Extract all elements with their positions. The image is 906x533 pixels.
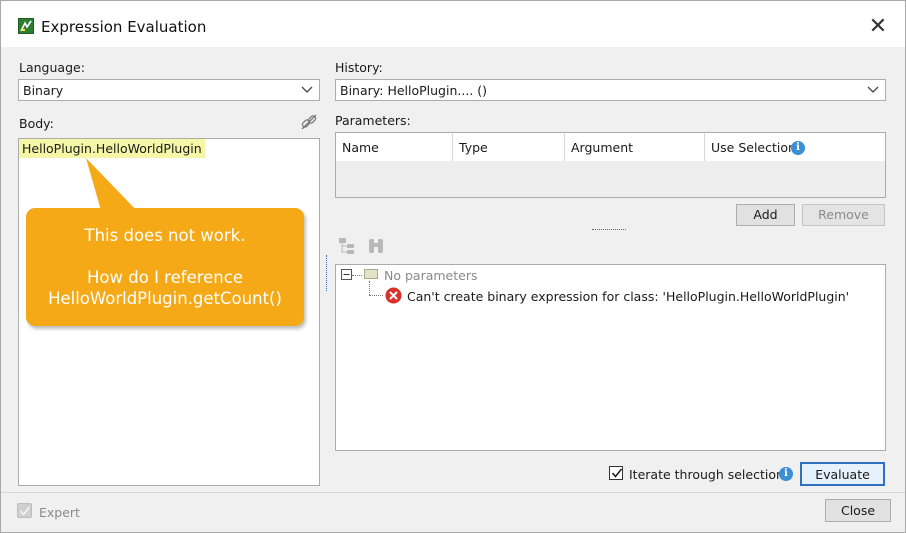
column-header-name[interactable]: Name [336, 133, 453, 161]
tree-connector [369, 281, 370, 295]
iterate-checkbox[interactable] [609, 466, 623, 480]
parameters-label: Parameters: [335, 113, 411, 128]
chevron-down-icon [867, 86, 879, 93]
binoculars-icon[interactable] [367, 237, 385, 255]
tree-root-label[interactable]: No parameters [384, 268, 477, 283]
callout-pointer [86, 158, 140, 214]
parameters-table[interactable]: Name Type Argument Use Selection [335, 132, 886, 198]
history-label: History: [335, 60, 383, 75]
tree-connector [352, 275, 362, 276]
history-value: Binary: HelloPlugin.... () [340, 83, 488, 98]
expert-label: Expert [39, 505, 80, 520]
folder-icon [364, 269, 378, 279]
vertical-splitter[interactable] [326, 255, 327, 291]
column-header-argument[interactable]: Argument [565, 133, 705, 161]
language-label: Language: [19, 60, 85, 75]
column-header-type[interactable]: Type [453, 133, 565, 161]
window-title: Expression Evaluation [41, 18, 207, 36]
expert-checkbox[interactable] [17, 503, 32, 518]
close-window-button[interactable]: ✕ [863, 14, 893, 40]
callout-line-1: This does not work. [84, 226, 246, 245]
use-selection-label: Use Selection [711, 140, 796, 155]
language-value: Binary [23, 83, 64, 98]
body-text: HelloPlugin.HelloWorldPlugin [19, 139, 205, 158]
iterate-label[interactable]: Iterate through selection [629, 467, 784, 482]
link-icon[interactable] [300, 113, 318, 131]
body-label: Body: [19, 116, 54, 131]
history-select[interactable]: Binary: HelloPlugin.... () [335, 79, 886, 101]
callout-line-2: How do I reference [87, 268, 243, 287]
tree-error-message[interactable]: Can't create binary expression for class… [407, 289, 849, 304]
close-button[interactable]: Close [825, 499, 891, 522]
checkmark-icon [19, 506, 31, 516]
info-icon[interactable]: i [791, 141, 805, 155]
language-select[interactable]: Binary [18, 79, 320, 101]
collapse-icon[interactable] [341, 269, 352, 280]
callout-line-3: HelloWorldPlugin.getCount() [48, 289, 282, 308]
chevron-down-icon [301, 86, 313, 93]
error-icon [385, 287, 402, 304]
info-icon[interactable]: i [779, 467, 793, 481]
checkmark-icon [611, 468, 623, 478]
tree-connector [369, 295, 383, 296]
add-button[interactable]: Add [736, 204, 795, 226]
app-icon [18, 18, 34, 34]
annotation-callout: This does not work. How do I reference H… [26, 208, 304, 326]
evaluate-button[interactable]: Evaluate [800, 462, 885, 486]
horizontal-splitter[interactable] [592, 229, 626, 230]
footer-divider [1, 492, 905, 493]
expand-tree-icon[interactable] [338, 237, 358, 255]
remove-button[interactable]: Remove [802, 204, 885, 226]
